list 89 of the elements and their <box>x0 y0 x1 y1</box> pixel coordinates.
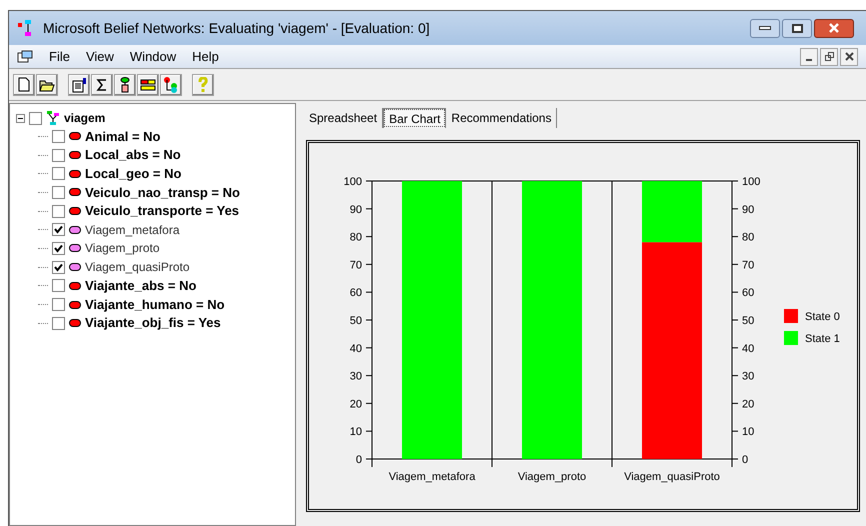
tree-item[interactable]: Viajante_abs = No <box>85 276 196 296</box>
tick-label: 50 <box>350 315 362 327</box>
tree-item[interactable]: Veiculo_transporte = Yes <box>85 201 240 221</box>
restore-button[interactable] <box>820 48 838 66</box>
legend-label: State 0 <box>805 311 840 323</box>
sigma-icon[interactable] <box>91 74 113 96</box>
close-icon <box>828 23 840 33</box>
collapse-toggle[interactable] <box>16 114 25 122</box>
node-icon <box>69 300 81 309</box>
window-title: Microsoft Belief Networks: Evaluating 'viagem' - [Evaluation: 0] <box>43 18 430 38</box>
tick-label: 0 <box>356 454 362 466</box>
network-icon <box>46 110 60 126</box>
node-icon <box>69 170 81 178</box>
node-icon <box>69 151 81 160</box>
tick-label: 50 <box>742 315 754 327</box>
category-label: Viagem_quasiProto <box>624 471 720 483</box>
tree-item[interactable]: Viagem_proto <box>85 239 160 258</box>
tick-label: 40 <box>742 342 754 355</box>
new-file-icon[interactable] <box>13 74 35 96</box>
checkbox[interactable] <box>52 186 65 199</box>
checkbox[interactable] <box>52 148 65 162</box>
checkbox[interactable] <box>52 242 65 255</box>
tick-label: 60 <box>742 287 754 300</box>
tick-label: 20 <box>350 398 362 410</box>
bars-icon[interactable] <box>137 74 159 96</box>
tick-label: 0 <box>742 454 748 466</box>
help-icon[interactable] <box>192 74 214 96</box>
tick-label: 70 <box>350 259 362 272</box>
checkbox[interactable] <box>52 260 65 274</box>
tick-label: 10 <box>350 426 362 438</box>
minimize-button[interactable] <box>800 48 818 66</box>
menu-item[interactable]: File <box>49 46 70 66</box>
tree-item[interactable]: Veiculo_nao_transp = No <box>85 182 240 202</box>
tick-label: 10 <box>742 426 754 438</box>
restore-icon <box>824 52 834 61</box>
tree-item[interactable]: viagem <box>64 109 106 127</box>
node-icon <box>69 282 81 290</box>
node-icon <box>69 207 81 216</box>
node-icon[interactable] <box>114 74 136 96</box>
tick-label: 30 <box>742 370 754 383</box>
tick-label: 90 <box>350 204 362 216</box>
close-button[interactable] <box>814 18 854 38</box>
menu-item[interactable]: Help <box>192 46 219 66</box>
tree-item[interactable]: Local_geo = No <box>85 164 182 184</box>
node-icon <box>69 263 81 272</box>
tree-item[interactable]: Viagem_quasiProto <box>85 258 190 276</box>
minimize-button[interactable] <box>750 18 780 38</box>
tick-label: 30 <box>350 370 362 383</box>
close-button[interactable] <box>840 48 858 66</box>
tree-item[interactable]: Viagem_metafora <box>85 220 180 239</box>
legend-label: State 1 <box>805 333 840 345</box>
node-icon <box>69 319 81 328</box>
category-label: Viagem_metafora <box>388 471 476 483</box>
tick-label: 70 <box>742 259 754 272</box>
tree-item[interactable]: Viajante_obj_fis = Yes <box>85 313 221 333</box>
tick-label: 90 <box>742 204 754 216</box>
tick-label: 80 <box>350 232 362 244</box>
checkbox[interactable] <box>52 204 65 218</box>
menu-item[interactable]: View <box>86 46 114 66</box>
node-icon <box>69 132 81 140</box>
tab[interactable]: Bar Chart <box>383 108 446 128</box>
maximize-button[interactable] <box>782 18 812 38</box>
node-icon <box>69 226 81 234</box>
checkbox[interactable] <box>29 112 42 124</box>
node-icon <box>69 244 81 252</box>
checkbox[interactable] <box>52 167 65 180</box>
checkbox[interactable] <box>52 316 65 330</box>
tree-item[interactable]: Local_abs = No <box>85 145 181 165</box>
tree-item[interactable]: Viajante_humano = No <box>85 294 225 314</box>
node-icon <box>69 188 81 196</box>
properties-icon[interactable] <box>68 74 90 96</box>
checkbox[interactable] <box>52 130 65 143</box>
tick-label: 60 <box>350 287 362 300</box>
checkbox[interactable] <box>52 279 65 292</box>
tick-label: 20 <box>742 398 754 410</box>
tick-label: 100 <box>344 176 362 188</box>
tick-label: 40 <box>350 342 362 355</box>
tick-label: 80 <box>742 232 754 244</box>
checkbox[interactable] <box>52 298 65 312</box>
minimize-icon <box>806 58 812 60</box>
close-icon <box>844 52 854 61</box>
document-icon[interactable] <box>17 50 33 64</box>
graph-icon[interactable] <box>160 74 182 96</box>
open-folder-icon[interactable] <box>36 74 58 96</box>
menu-item[interactable]: Window <box>130 46 176 66</box>
tick-label: 100 <box>742 176 760 188</box>
category-label: Viagem_proto <box>518 471 586 483</box>
tree-item[interactable]: Animal = No <box>85 126 160 146</box>
checkbox[interactable] <box>52 223 65 236</box>
